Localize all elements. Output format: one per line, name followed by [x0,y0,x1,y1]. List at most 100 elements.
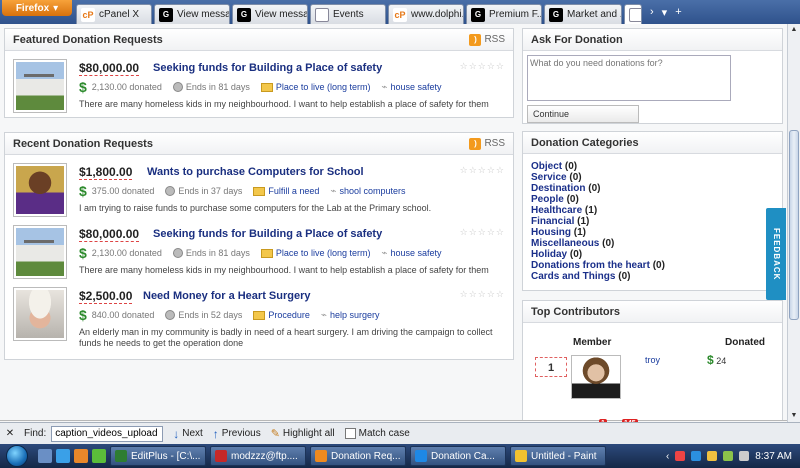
contributor-amount: $ 24 [707,353,726,367]
tab-scroll-controls: › ▾ + [650,6,682,19]
category-link[interactable]: Procedure [268,310,310,320]
donated-amount: 2,130.00 donated [91,82,162,92]
taskbar-item-ftp[interactable]: modzzz@ftp.... [210,446,306,466]
find-input[interactable] [51,425,164,442]
browser-tab[interactable]: cP www.dolphi... [388,4,464,24]
tray-app-icon[interactable] [691,451,702,461]
clock[interactable]: 8:37 AM [755,451,792,462]
highlighter-icon: ✎ [270,428,280,440]
contributor-avatar[interactable] [571,355,621,399]
tray-app-icon[interactable] [675,451,686,461]
category-link[interactable]: Housing [531,227,571,238]
clock-icon [165,310,176,320]
tray-expand-icon[interactable]: ‹ [666,451,669,462]
request-title-link[interactable]: Need Money for a Heart Surgery [143,290,311,302]
rating-stars[interactable]: ☆☆☆☆☆ [460,227,505,238]
match-case-checkbox[interactable]: Match case [344,428,410,439]
donation-request-item: $80,000.00 Seeking funds for Building a … [13,225,505,283]
find-previous-button[interactable]: ↑ Previous [213,427,261,441]
tag-link[interactable]: shool computers [339,186,405,196]
find-next-button[interactable]: ↓ Next [173,427,203,441]
category-link[interactable]: Donations from the heart [531,260,650,271]
find-previous-label: Previous [221,428,261,439]
browser-tab[interactable]: cP cPanel X [76,4,152,24]
category-link[interactable]: Destination [531,183,585,194]
show-desktop-icon[interactable] [38,449,52,463]
request-thumbnail[interactable] [13,225,67,279]
category-link[interactable]: Financial [531,216,574,227]
category-item: Donations from the heart (0) [531,260,665,271]
category-count: (0) [564,161,578,172]
browser-tab[interactable]: G View messa... [154,4,230,24]
request-title-link[interactable]: Seeking funds for Building a Place of sa… [153,62,382,74]
panel-title: Featured Donation Requests [13,33,163,46]
request-thumbnail[interactable] [13,287,67,341]
donation-categories-header: Donation Categories [523,132,782,154]
tab-label: www.dolphi... [411,9,464,20]
request-thumbnail[interactable] [13,163,67,217]
category-link[interactable]: Healthcare [531,205,582,216]
browser-tab[interactable]: G Premium F... [466,4,542,24]
tag-link[interactable]: house safety [391,82,442,92]
rss-link[interactable]: ) RSS [469,137,505,150]
category-link[interactable]: Holiday [531,249,567,260]
browser-tab[interactable]: G View messa... [232,4,308,24]
basketball-player-image [16,166,64,214]
donation-need-textarea[interactable] [527,55,731,101]
category-item: People (0) [531,194,665,205]
start-button[interactable] [0,444,34,468]
taskbar-item-paint[interactable]: Untitled - Paint [510,446,606,466]
browser-tab[interactable]: Events [310,4,386,24]
taskbar-item-editplus[interactable]: EditPlus - [C:\... [110,446,206,466]
tag-link[interactable]: help surgery [330,310,380,320]
request-thumbnail[interactable] [13,59,67,113]
page-scrollbar[interactable]: ▲ ▼ [787,24,800,422]
request-title-link[interactable]: Seeking funds for Building a Place of sa… [153,228,382,240]
tray-app-icon[interactable] [707,451,718,461]
category-link[interactable]: Miscellaneous [531,238,599,249]
volume-icon[interactable] [739,451,750,461]
feedback-tab[interactable]: FEEDBACK [766,208,786,300]
request-meta: $ 2,130.00 donated Ends in 81 days Place… [79,245,442,261]
category-link[interactable]: Service [531,172,567,183]
rating-stars[interactable]: ☆☆☆☆☆ [460,165,505,176]
internet-explorer-icon[interactable] [56,449,70,463]
contributor-name-link[interactable]: troy [645,355,660,365]
browser-tab[interactable]: G Market and ... [544,4,622,24]
panel-title: Recent Donation Requests [13,137,153,150]
windows-taskbar: EditPlus - [C:\... modzzz@ftp.... Donati… [0,444,800,468]
scroll-down-icon[interactable]: ▼ [788,410,800,422]
highlight-all-button[interactable]: ✎ Highlight all [271,427,335,440]
category-link[interactable]: Place to live (long term) [276,248,371,258]
rating-stars[interactable]: ☆☆☆☆☆ [460,289,505,300]
category-link[interactable]: Fulfill a need [268,186,319,196]
tag-link[interactable]: house safety [391,248,442,258]
network-icon[interactable] [723,451,734,461]
request-price: $80,000.00 [79,227,140,242]
firefox-icon[interactable] [74,449,88,463]
donated-column-header: Donated [725,337,765,348]
browser-tab-active[interactable] [624,4,642,24]
category-link[interactable]: Object [531,161,562,172]
taskbar-item-donation-requests[interactable]: Donation Req... [310,446,406,466]
category-link[interactable]: Cards and Things [531,271,615,282]
tab-scroll-right-icon[interactable]: › [650,6,654,19]
scrollbar-thumb[interactable] [789,130,799,320]
firefox-menu-button[interactable]: Firefox ▾ [2,0,72,16]
browser-tab-strip: Firefox ▾ cP cPanel X G View messa... G … [0,0,800,24]
checkbox-icon [344,428,356,439]
tab-list-icon[interactable]: ▾ [662,6,668,19]
category-link[interactable]: People [531,194,564,205]
rss-link[interactable]: ) RSS [469,33,505,46]
scroll-up-icon[interactable]: ▲ [788,24,800,36]
new-tab-icon[interactable]: + [675,6,681,19]
close-icon[interactable]: ✕ [2,428,18,439]
rating-stars[interactable]: ☆☆☆☆☆ [460,61,505,72]
task-label: modzzz@ftp.... [231,450,298,462]
chevron-down-icon: ▾ [53,2,59,14]
app-icon[interactable] [92,449,106,463]
request-title-link[interactable]: Wants to purchase Computers for School [147,166,364,178]
taskbar-item-donation-categories[interactable]: Donation Ca... [410,446,506,466]
continue-button[interactable]: Continue [527,105,639,123]
category-link[interactable]: Place to live (long term) [276,82,371,92]
